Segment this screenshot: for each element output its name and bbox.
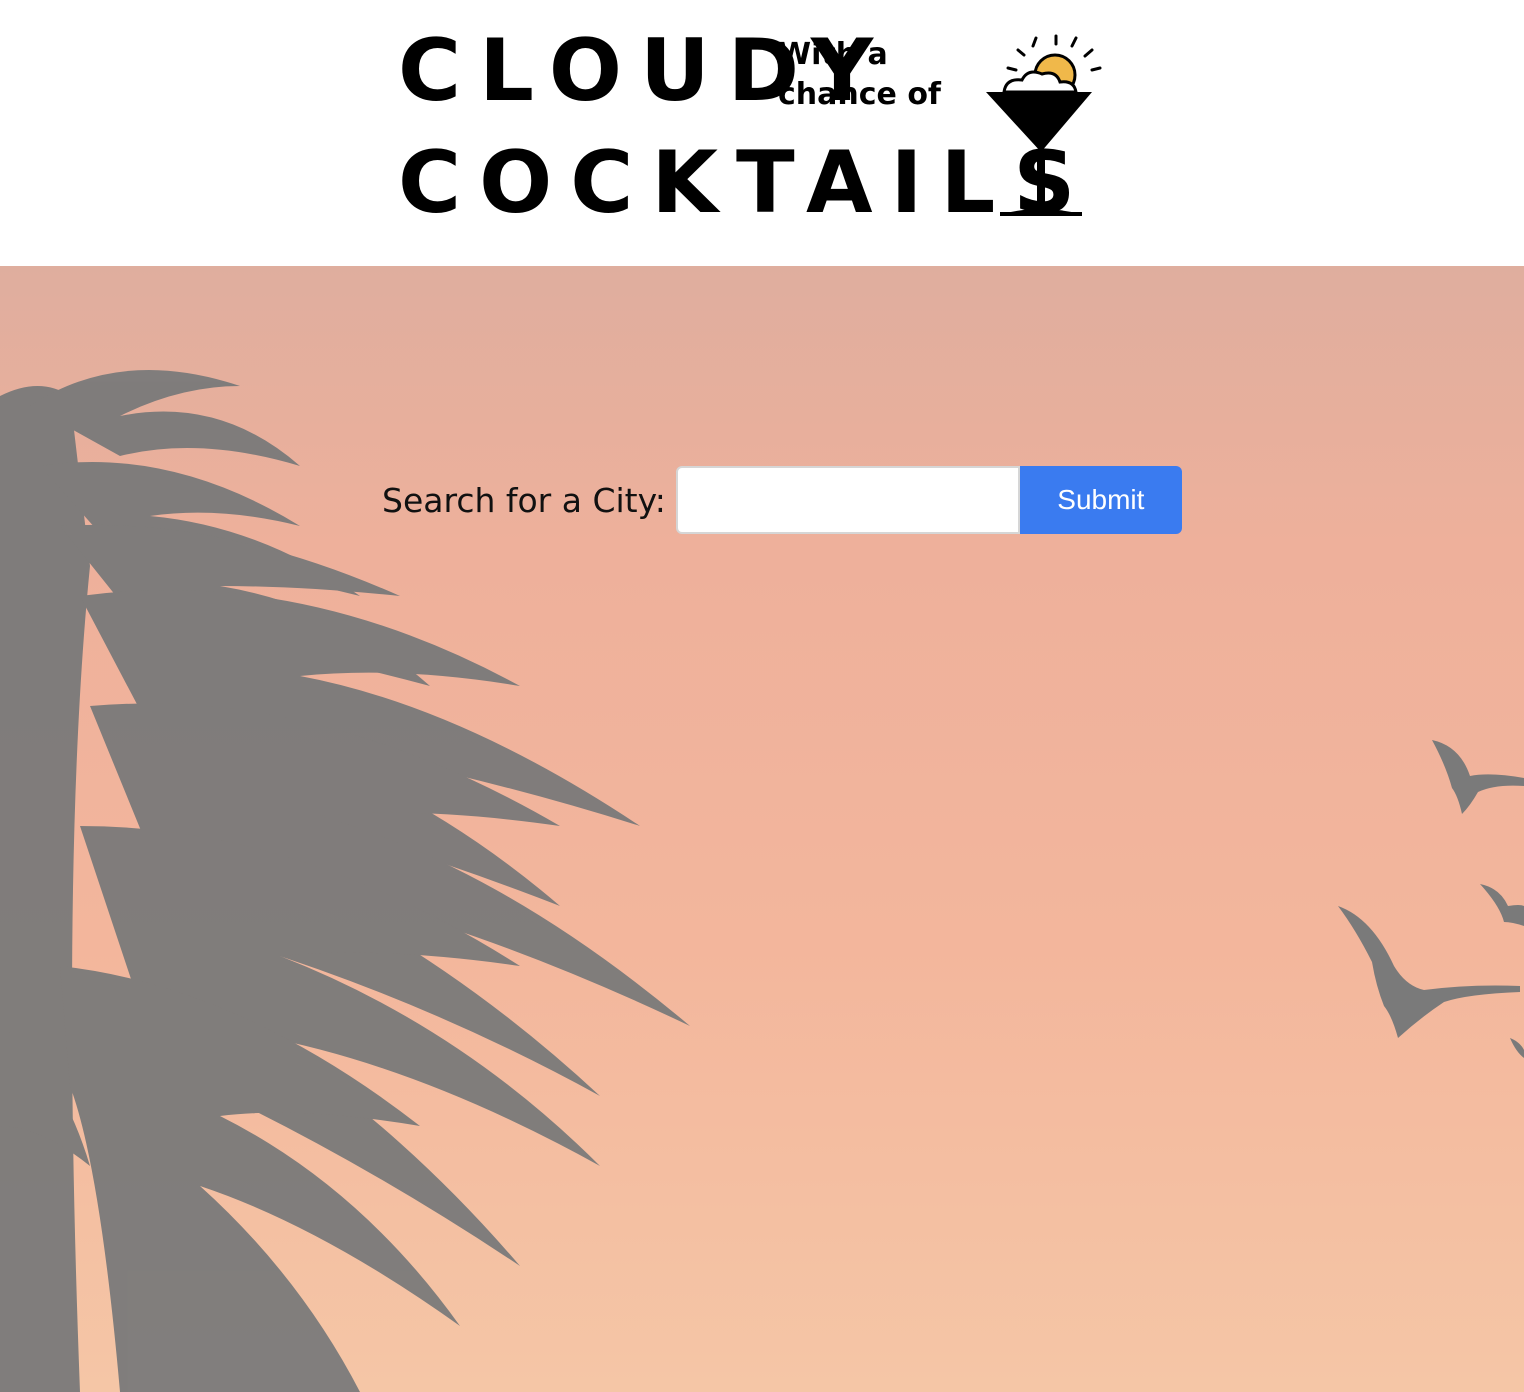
city-search-form: Search for a City: Submit	[382, 464, 1182, 536]
hero-section: Search for a City: Submit	[0, 266, 1524, 1392]
logo-title-line2: COCKTAILS	[398, 133, 1093, 230]
submit-button[interactable]: Submit	[1019, 466, 1182, 534]
palm-tree-background	[0, 370, 1524, 1392]
birds-silhouette	[1338, 740, 1524, 1058]
city-search-input[interactable]	[675, 466, 1020, 534]
site-logo[interactable]: CLOUDY With a chance of COCKTAILS	[380, 20, 1120, 230]
site-header: CLOUDY With a chance of COCKTAILS	[0, 0, 1524, 266]
logo-subtitle-line2: chance of	[778, 77, 942, 112]
search-label: Search for a City:	[382, 480, 666, 520]
logo-subtitle-line1: With a	[778, 37, 888, 72]
